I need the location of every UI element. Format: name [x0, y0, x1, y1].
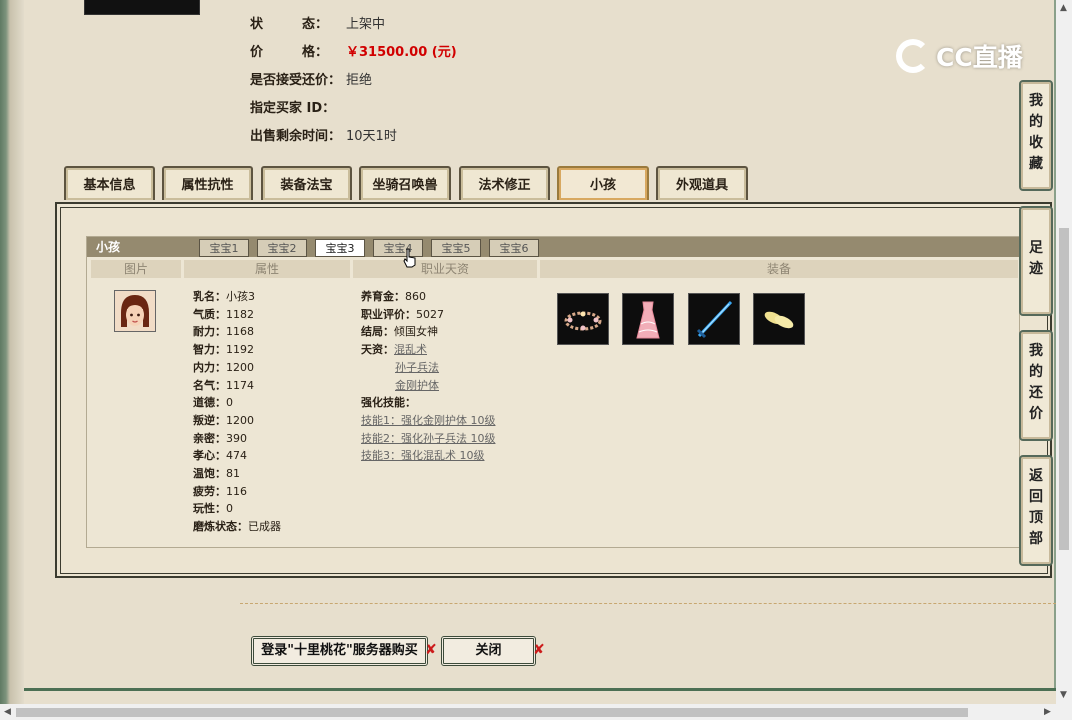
- designated-buyer-row: 指定买家 ID：: [250, 99, 346, 119]
- nurture-row: 养育金：860: [361, 290, 426, 303]
- flower-crown-icon[interactable]: [557, 293, 609, 345]
- skill-link[interactable]: 技能1：强化金刚护体 10级: [361, 414, 496, 427]
- rating-row: 职业评价：5027: [361, 307, 444, 321]
- attribute-list: 乳名：小孩3 气质：1182 耐力：1168 智力：1192 内力：1200 名…: [193, 288, 281, 536]
- attr-row: 温饱：81: [193, 467, 240, 481]
- skill-link[interactable]: 技能2：强化孙子兵法 10级: [361, 432, 496, 445]
- attr-row: 耐力：1168: [193, 325, 254, 339]
- cc-logo-icon: [896, 39, 930, 73]
- price-value: ￥31500.00 (元): [346, 45, 457, 60]
- attr-row: 名气：1174: [193, 378, 254, 392]
- side-nav-footprints[interactable]: 足迹: [1019, 206, 1053, 316]
- col-header-image: 图片: [91, 260, 181, 278]
- baby-tab-2[interactable]: 宝宝2: [257, 239, 307, 257]
- tab-attributes[interactable]: 属性抗性: [162, 166, 253, 200]
- time-left-label: 出售剩余时间：: [250, 129, 342, 144]
- price-row: 价 格： ￥31500.00 (元): [250, 43, 457, 63]
- tab-equipment[interactable]: 装备法宝: [261, 166, 352, 200]
- ending-row: 结局：倾国女神: [361, 325, 438, 339]
- col-header-career: 职业天资: [353, 260, 537, 278]
- page-bottom-border: [24, 688, 1056, 691]
- attr-row: 智力：1192: [193, 343, 254, 357]
- vertical-scroll-thumb[interactable]: [1059, 228, 1069, 550]
- talent-row: 天资：混乱术: [361, 343, 427, 357]
- time-left-value: 10天1时: [346, 129, 397, 144]
- horizontal-scroll-thumb[interactable]: [16, 708, 968, 717]
- career-info: 养育金：860 职业评价：5027 结局：倾国女神 天资：混乱术 孙子兵法 金刚…: [361, 288, 496, 465]
- hand-cursor-icon: [403, 248, 416, 268]
- talent-row: 金刚护体: [361, 377, 496, 395]
- close-x-icon: ✘: [425, 642, 437, 658]
- cc-logo-text: CC直播: [936, 43, 1023, 72]
- vertical-scrollbar[interactable]: ▲ ▼: [1056, 0, 1072, 704]
- divider: [240, 603, 1056, 604]
- side-nav-favorites[interactable]: 我的收藏: [1019, 80, 1053, 191]
- baby-tab-3[interactable]: 宝宝3: [315, 239, 365, 257]
- attr-row: 玩性：0: [193, 502, 233, 516]
- attr-row: 磨炼状态：已成器: [193, 520, 281, 534]
- attr-row: 孝心：474: [193, 449, 247, 463]
- designated-buyer-label: 指定买家 ID：: [250, 101, 336, 116]
- status-row: 状 态： 上架中: [250, 15, 385, 35]
- golden-shoes-icon[interactable]: [753, 293, 805, 345]
- close-x-icon: ✘: [533, 642, 545, 658]
- time-left-row: 出售剩余时间： 10天1时: [250, 127, 397, 147]
- side-nav-my-bargains[interactable]: 我的还价: [1019, 330, 1053, 441]
- attr-row: 道德：0: [193, 396, 233, 410]
- attr-row: 内力：1200: [193, 360, 254, 374]
- seller-avatar: [84, 0, 200, 15]
- child-panel-title: 小孩: [96, 240, 121, 254]
- tab-children[interactable]: 小孩: [557, 166, 649, 200]
- close-button[interactable]: 关闭: [441, 636, 536, 666]
- skill-row: 技能1：强化金刚护体 10级: [361, 412, 496, 430]
- status-value: 上架中: [346, 17, 386, 32]
- talent-link[interactable]: 金刚护体: [395, 379, 439, 392]
- attr-row: 亲密：390: [193, 431, 247, 445]
- tab-basic-info[interactable]: 基本信息: [64, 166, 155, 200]
- blue-sword-icon[interactable]: [688, 293, 740, 345]
- scroll-up-icon[interactable]: ▲: [1060, 3, 1067, 13]
- bargain-label: 是否接受还价：: [250, 73, 342, 88]
- bargain-row: 是否接受还价： 拒绝: [250, 71, 372, 91]
- attr-row: 气质：1182: [193, 307, 254, 321]
- skill-link[interactable]: 技能3：强化混乱术 10级: [361, 449, 485, 462]
- baby-tab-1[interactable]: 宝宝1: [199, 239, 249, 257]
- side-nav-back-to-top[interactable]: 返回顶部: [1019, 455, 1053, 566]
- login-buy-button[interactable]: 登录"十里桃花"服务器购买: [251, 636, 428, 666]
- scroll-right-icon[interactable]: ▶: [1044, 707, 1051, 717]
- attr-row: 疲劳：116: [193, 484, 247, 498]
- child-avatar: [114, 290, 156, 332]
- col-header-equipment: 装备: [540, 260, 1018, 278]
- attr-row: 叛逆：1200: [193, 413, 254, 427]
- baby-tab-6[interactable]: 宝宝6: [489, 239, 539, 257]
- talent-row: 孙子兵法: [361, 359, 496, 377]
- skill-row: 技能3：强化混乱术 10级: [361, 447, 496, 465]
- pink-dress-icon[interactable]: [622, 293, 674, 345]
- baby-tab-5[interactable]: 宝宝5: [431, 239, 481, 257]
- talent-link[interactable]: 孙子兵法: [395, 361, 439, 374]
- col-header-attributes: 属性: [184, 260, 350, 278]
- attr-row: 乳名：小孩3: [193, 290, 255, 303]
- tab-appearance[interactable]: 外观道具: [656, 166, 748, 200]
- scroll-down-icon[interactable]: ▼: [1060, 690, 1067, 700]
- status-label: 状 态：: [250, 17, 329, 32]
- cc-live-logo: CC直播: [896, 34, 1023, 78]
- tab-spell-mod[interactable]: 法术修正: [459, 166, 550, 200]
- horizontal-scrollbar[interactable]: ◀ ▶: [0, 704, 1072, 720]
- enhance-label: 强化技能：: [361, 396, 416, 410]
- scroll-left-icon[interactable]: ◀: [4, 707, 11, 717]
- skill-row: 技能2：强化孙子兵法 10级: [361, 430, 496, 448]
- tab-mounts-pets[interactable]: 坐骑召唤兽: [359, 166, 451, 200]
- price-label: 价 格：: [250, 45, 329, 60]
- talent-link[interactable]: 混乱术: [394, 343, 427, 356]
- bargain-value: 拒绝: [346, 73, 373, 88]
- page-border-left: [0, 0, 24, 720]
